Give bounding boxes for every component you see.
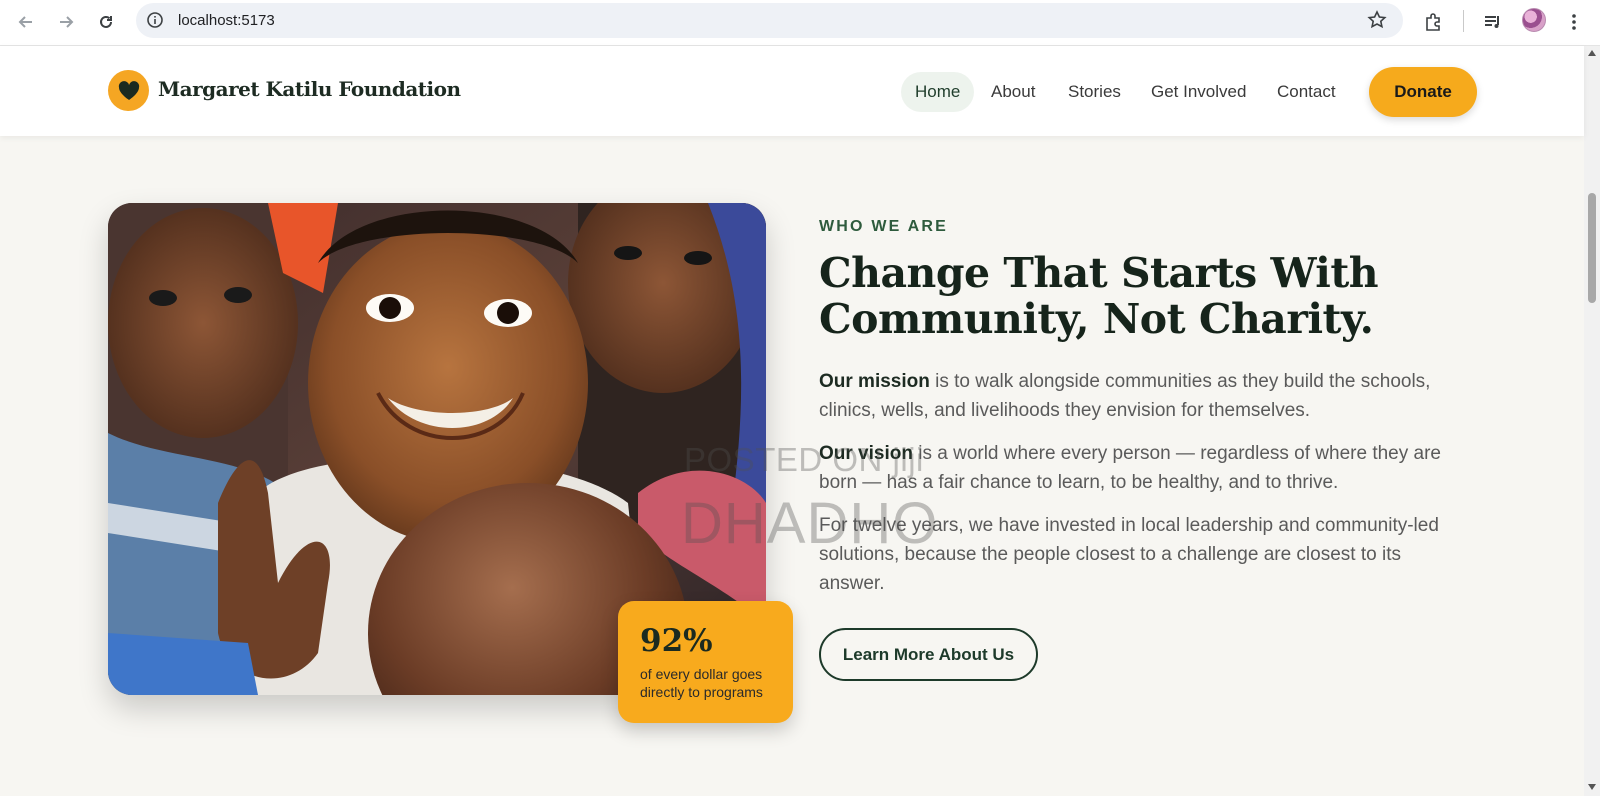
- back-icon[interactable]: [12, 8, 40, 36]
- stat-caption: of every dollar goes directly to program…: [640, 666, 763, 700]
- url-text[interactable]: localhost:5173: [178, 12, 275, 29]
- nav-get-involved[interactable]: Get Involved: [1151, 72, 1246, 112]
- browser-toolbar: localhost:5173: [0, 0, 1600, 46]
- mission-lead: Our mission: [819, 371, 930, 392]
- reload-icon[interactable]: [92, 8, 120, 36]
- page-scrollbar[interactable]: [1584, 46, 1600, 796]
- scroll-up-icon[interactable]: [1588, 50, 1596, 56]
- headline-line-1: Change That Starts With: [819, 249, 1379, 297]
- nav-about[interactable]: About: [991, 72, 1035, 112]
- nav-stories[interactable]: Stories: [1068, 72, 1121, 112]
- stat-value: 92%: [640, 623, 713, 659]
- brand-name[interactable]: Margaret Katilu Foundation: [158, 77, 461, 101]
- learn-more-button[interactable]: Learn More About Us: [819, 628, 1038, 681]
- stat-card: 92% of every dollar goes directly to pro…: [618, 601, 793, 723]
- donate-button[interactable]: Donate: [1369, 67, 1477, 117]
- scroll-thumb[interactable]: [1588, 193, 1596, 303]
- site-header: Margaret Katilu Foundation Home About St…: [0, 46, 1584, 136]
- bookmark-star-icon[interactable]: [1367, 10, 1387, 35]
- nav-home[interactable]: Home: [901, 72, 975, 112]
- heart-logo-icon[interactable]: [108, 70, 149, 111]
- section-headline: Change That Starts With Community, Not C…: [819, 250, 1519, 342]
- nav-contact[interactable]: Contact: [1277, 72, 1336, 112]
- menu-icon[interactable]: [1560, 8, 1588, 36]
- watermark-posted-on: POSTED ON jiji: [684, 441, 924, 478]
- address-bar[interactable]: localhost:5173: [136, 3, 1403, 38]
- extensions-icon[interactable]: [1419, 8, 1447, 36]
- scroll-down-icon[interactable]: [1588, 784, 1596, 790]
- watermark-dhadho: DHADHO: [681, 491, 939, 556]
- section-eyebrow: WHO WE ARE: [819, 218, 948, 235]
- mission-paragraph: Our mission is to walk alongside communi…: [819, 367, 1469, 425]
- media-control-icon[interactable]: [1479, 8, 1507, 36]
- site-info-icon[interactable]: [144, 9, 166, 36]
- toolbar-divider: [1463, 10, 1464, 32]
- headline-line-2: Community, Not Charity.: [819, 295, 1374, 343]
- forward-icon[interactable]: [52, 8, 80, 36]
- profile-avatar[interactable]: [1522, 8, 1546, 32]
